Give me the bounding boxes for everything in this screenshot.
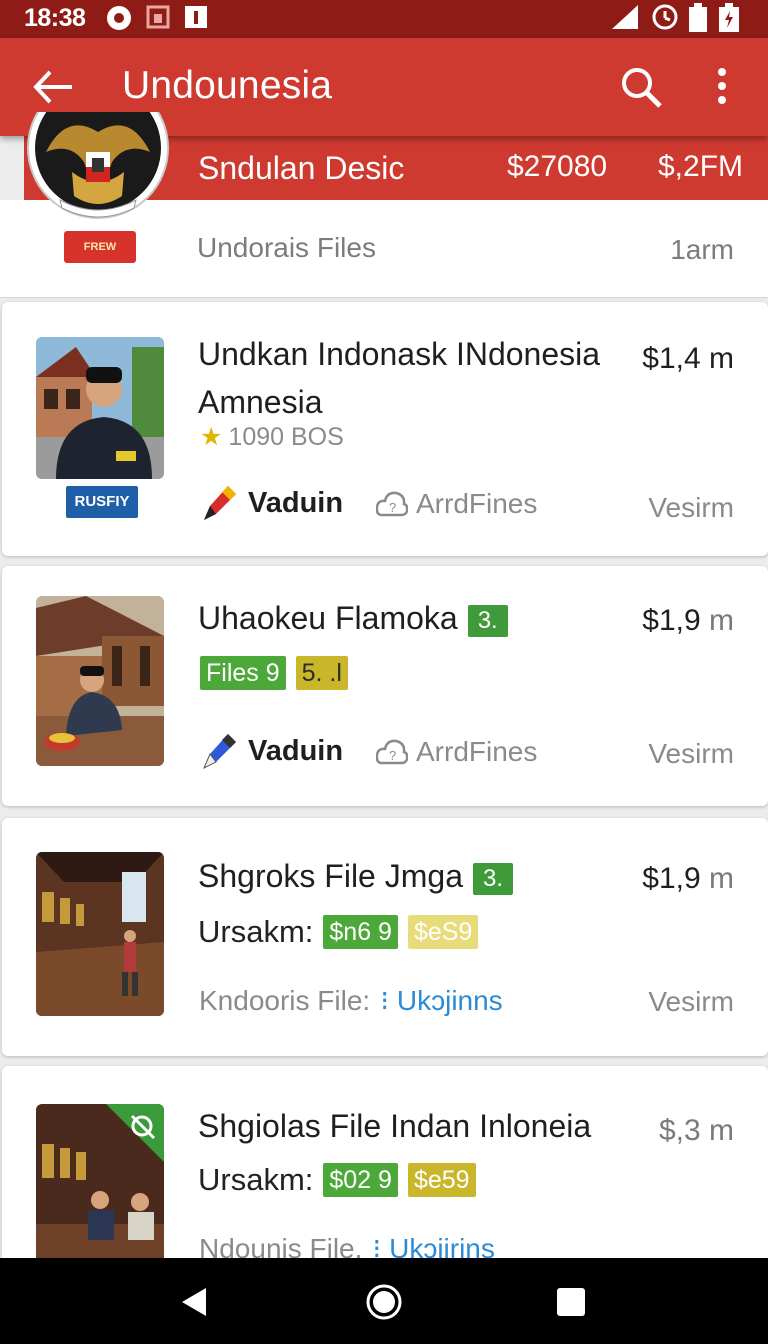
files-count: 1arm <box>670 234 734 265</box>
listing-badge: RUSFIY <box>66 486 138 518</box>
price-value: $,3 <box>658 1114 701 1147</box>
listing-title-line: Undkan Indonask INdonesia <box>198 336 601 372</box>
vaduin-action[interactable]: Vaduin <box>200 730 343 772</box>
files-label: Undorais Files <box>197 232 376 263</box>
price-value: $1,9 <box>642 862 701 895</box>
listing-chips: Files 9 5. .l <box>200 656 348 690</box>
cloud-label: ArrdFines <box>416 736 538 767</box>
header-title: Sndulan Desic <box>198 150 405 186</box>
list-item[interactable]: Shgiolas File Indan Inloneia $,3 m Ursak… <box>2 1066 768 1264</box>
listing-status: Vesirm <box>648 738 734 769</box>
screen: 18:38 Undounesia Sndulan Desic $27080 $,… <box>0 0 768 1344</box>
battery-charging-icon <box>719 3 739 32</box>
price-unit: m <box>709 342 734 375</box>
ursak-chip: $n6 9 <box>323 915 398 949</box>
list-item[interactable]: RUSFIY Undkan Indonask INdonesia Amnesia… <box>2 302 768 556</box>
price-unit: m <box>709 862 734 895</box>
status-bar: 18:38 <box>0 0 768 38</box>
pencil-icon <box>204 486 236 520</box>
source-label: Kndooris File: <box>199 985 371 1016</box>
more-vert-icon[interactable] <box>697 62 747 112</box>
header-badge: FREW <box>64 231 136 263</box>
vaduin-action[interactable]: Vaduin <box>200 482 343 524</box>
listing-title[interactable]: Shgroks File Jmga 3. <box>198 852 513 900</box>
nav-back-icon[interactable] <box>172 1280 216 1324</box>
header-price: $27080 <box>507 150 608 183</box>
status-time: 18:38 <box>24 4 86 32</box>
listing-title-text: Uhaokeu Flamoka <box>198 600 458 636</box>
listing-photo-4 <box>36 1104 164 1258</box>
navigation-bar <box>0 1258 768 1344</box>
cloud-action[interactable]: ? ArrdFines <box>376 736 537 768</box>
ursak-label: Ursakm: <box>198 1162 314 1197</box>
ursak-chip: $02 9 <box>323 1163 398 1197</box>
listing-status: Vesirm <box>648 492 734 523</box>
listing-status: Vesirm <box>648 986 734 1017</box>
listing-photo-3 <box>36 852 164 1016</box>
emblem-logo-icon <box>27 112 169 219</box>
listing-rating: ★ 1090 BOS <box>200 422 344 452</box>
price-value: $1,4 <box>642 342 701 375</box>
listing-tag: 3. <box>472 862 513 895</box>
listing-title[interactable]: Shgiolas File Indan Inloneia <box>198 1102 591 1150</box>
header-price-secondary: $,2FM <box>658 150 744 183</box>
ursak-label: Ursakm: <box>198 914 314 949</box>
app-title: Undounesia <box>122 64 333 107</box>
source-row: Kndooris File: ⁝ Ukɔjinns <box>199 984 503 1017</box>
price-unit: m <box>709 604 734 637</box>
action-label: Vaduin <box>248 734 344 767</box>
svg-text:?: ? <box>389 500 396 515</box>
notification-icon <box>185 6 207 28</box>
source-link[interactable]: ⁝ Ukɔjinns <box>380 985 503 1016</box>
pencil-icon <box>203 734 236 770</box>
listing-title-text: Shgroks File Jmga <box>198 858 463 894</box>
nav-recents-icon[interactable] <box>549 1280 593 1324</box>
ursak-row: Ursakm: $02 9 $e59 <box>198 1162 476 1198</box>
rating-text: 1090 BOS <box>228 423 344 451</box>
cloud-icon: ? <box>376 739 408 765</box>
listing-title[interactable]: Undkan Indonask INdonesia Amnesia <box>198 330 600 426</box>
signal-icon <box>612 5 638 29</box>
listing-title-text: Shgiolas File Indan Inloneia <box>198 1108 592 1144</box>
ursak-row: Ursakm: $n6 9 $eS9 <box>198 914 479 950</box>
source-link-text: Ukɔjinns <box>396 985 503 1016</box>
clock-icon <box>652 4 678 30</box>
cloud-icon: ? <box>376 491 408 517</box>
battery-icon <box>689 3 707 32</box>
listing-price: $1,9 m <box>642 862 734 896</box>
cloud-action[interactable]: ? ArrdFines <box>376 488 537 520</box>
svg-text:?: ? <box>389 748 396 763</box>
list-item[interactable]: Uhaokeu Flamoka 3. $1,9 m Files 9 5. .l V… <box>2 566 768 806</box>
listing-title-line: Amnesia <box>198 384 323 420</box>
listing-price: $1,9 m <box>642 604 734 638</box>
listing-price: $,3 m <box>659 1114 734 1148</box>
count-chip: 5. .l <box>295 656 348 690</box>
star-icon: ★ <box>200 423 223 451</box>
price-value: $1,9 <box>642 604 701 637</box>
listing-photo-1 <box>36 337 164 479</box>
record-icon <box>107 6 131 30</box>
gallery-icon <box>146 5 170 29</box>
listing-photo-2 <box>36 596 164 766</box>
search-icon[interactable] <box>616 62 666 112</box>
nav-home-icon[interactable] <box>362 1280 406 1324</box>
listing-tag: 3. <box>467 604 508 637</box>
list-item[interactable]: Shgroks File Jmga 3. $1,9 m Ursakm: $n6 9… <box>2 818 768 1056</box>
price-unit: m <box>709 1114 734 1147</box>
cloud-label: ArrdFines <box>416 488 538 519</box>
ursak-chip: $eS9 <box>407 915 479 949</box>
action-label: Vaduin <box>248 486 344 519</box>
files-chip: Files 9 <box>200 656 286 690</box>
listing-title[interactable]: Uhaokeu Flamoka 3. <box>198 594 508 642</box>
listing-price: $1,4 m <box>642 342 734 376</box>
arrow-left-icon[interactable] <box>28 62 78 112</box>
ursak-chip: $e59 <box>407 1163 476 1197</box>
